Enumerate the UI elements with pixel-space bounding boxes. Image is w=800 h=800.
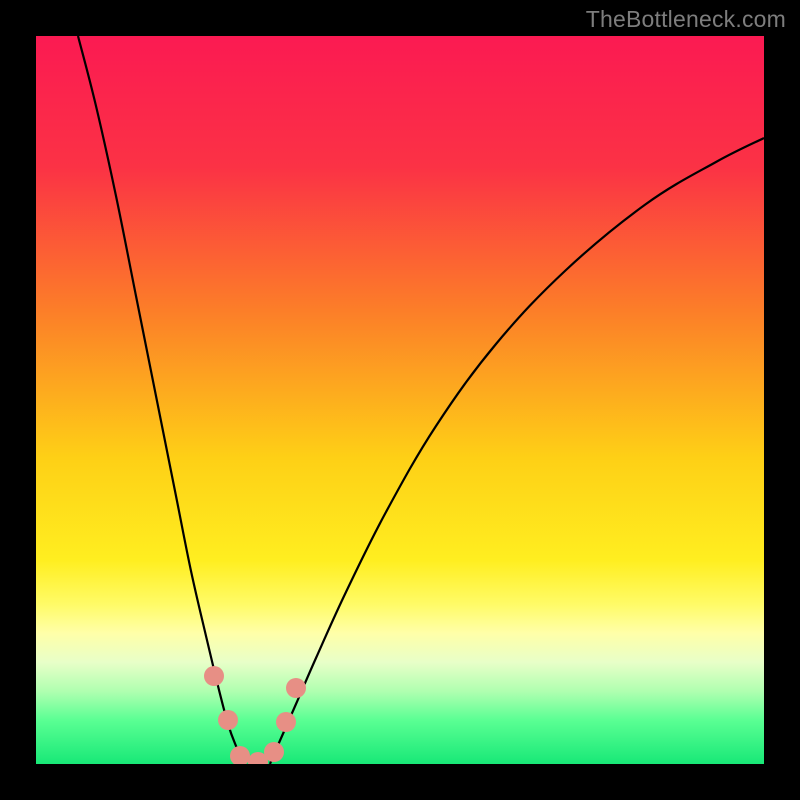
highlight-dot xyxy=(230,746,250,764)
highlight-dot xyxy=(218,710,238,730)
bottleneck-curve xyxy=(36,36,764,764)
plot-area xyxy=(36,36,764,764)
highlight-dot xyxy=(264,742,284,762)
highlight-dot xyxy=(276,712,296,732)
highlight-dot xyxy=(204,666,224,686)
chart-frame: TheBottleneck.com xyxy=(0,0,800,800)
highlight-dot xyxy=(286,678,306,698)
watermark-label: TheBottleneck.com xyxy=(586,6,786,33)
